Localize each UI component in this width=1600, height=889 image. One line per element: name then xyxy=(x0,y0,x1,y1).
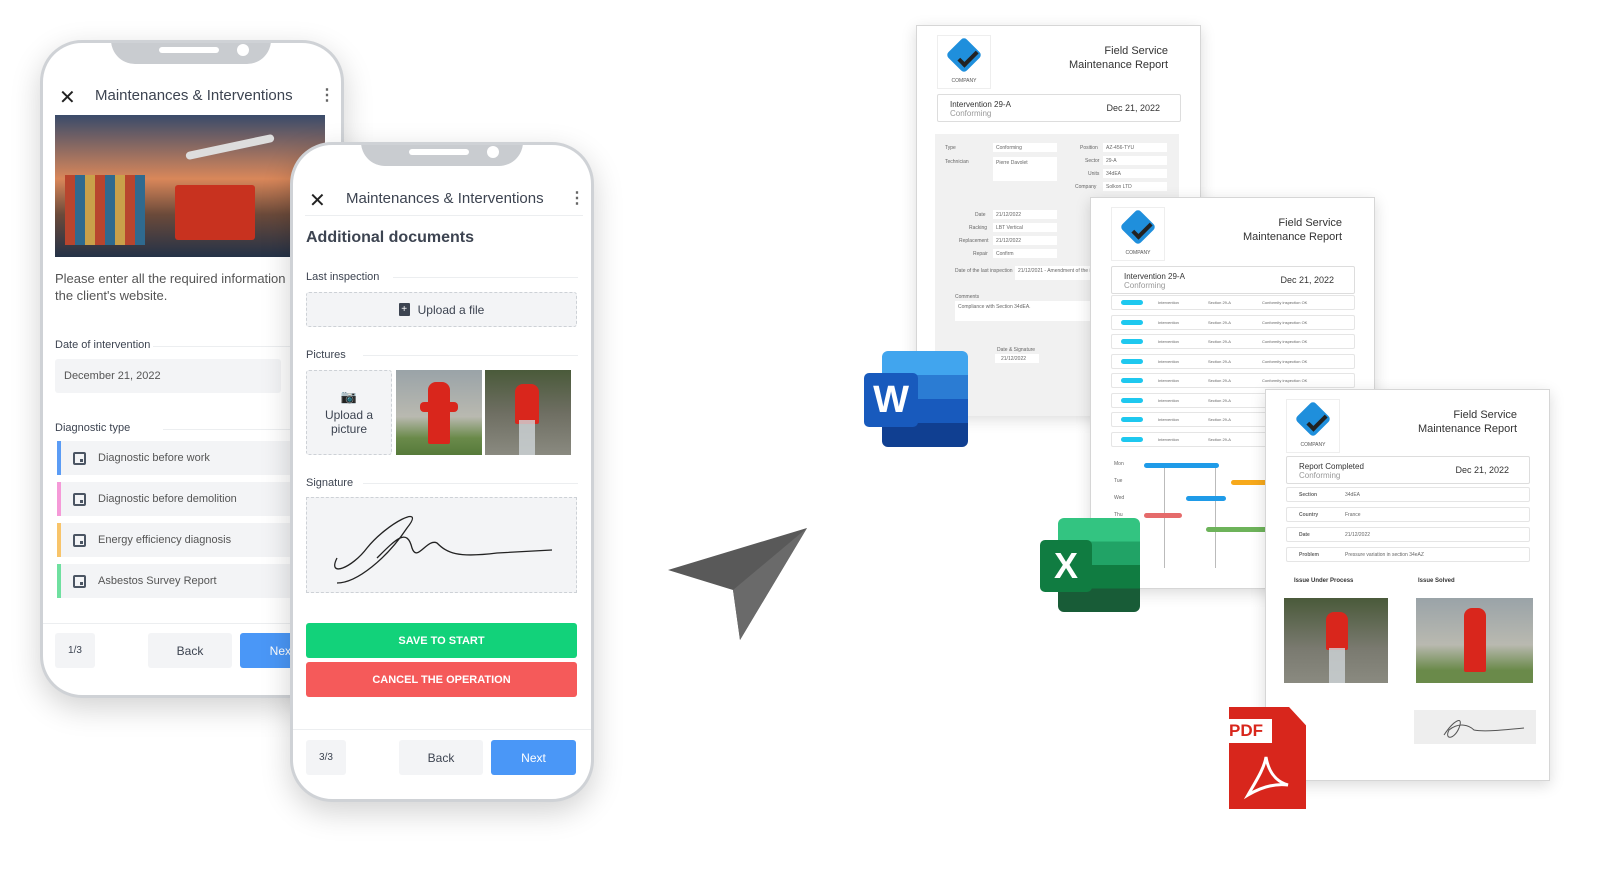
signature-label: Signature xyxy=(306,477,354,489)
app-title: Maintenances & Interventions xyxy=(346,190,544,207)
report-title: Field Service Maintenance Report xyxy=(1417,409,1517,435)
intervention-box: Intervention 29-A Conforming Dec 21, 2022 xyxy=(1111,266,1355,294)
next-button[interactable]: Next xyxy=(491,740,576,775)
close-icon[interactable]: ✕ xyxy=(59,85,76,110)
camera-icon: 📷 xyxy=(340,388,358,404)
intervention-row: Intervention Section 29-A Conformity inspe… xyxy=(1111,334,1355,349)
intervention-row: Intervention Section 29-A Conformity inspe… xyxy=(1111,353,1355,369)
more-icon[interactable]: ⋮ xyxy=(319,85,335,105)
signature-pad[interactable] xyxy=(306,497,577,593)
page-heading: Additional documents xyxy=(306,229,474,246)
step-indicator: 3/3 xyxy=(306,740,346,775)
issue-process-photo xyxy=(1284,598,1388,683)
excel-icon: X xyxy=(1040,518,1140,612)
intro-text: Please enter all the required informatio… xyxy=(55,271,286,303)
hero-image-logistics xyxy=(55,115,325,257)
intervention-box: Report Completed Conforming Dec 21, 2022 xyxy=(1286,456,1530,484)
back-button[interactable]: Back xyxy=(148,633,232,668)
picture-hydrant-1[interactable] xyxy=(396,370,482,455)
intervention-box: Intervention 29-A Conforming Dec 21, 2022 xyxy=(937,94,1181,122)
upload-file-button[interactable]: + Upload a file xyxy=(306,292,577,327)
picture-hydrant-2[interactable] xyxy=(485,370,571,455)
company-logo: COMPANY xyxy=(1286,399,1340,453)
pdf-icon: PDF xyxy=(1220,707,1306,809)
last-inspection-label: Last inspection xyxy=(306,271,380,283)
calendar-icon xyxy=(73,451,86,465)
save-to-start-button[interactable]: SAVE TO START xyxy=(306,623,577,658)
diagnostic-type-label: Diagnostic type xyxy=(55,422,131,434)
phone-form-step-3: ✕ Maintenances & Interventions ⋮ Additio… xyxy=(290,142,594,802)
intervention-row: Intervention Section 29-A Conformity inspe… xyxy=(1111,314,1355,330)
diagnostic-option[interactable]: Energy efficiency diagnosis xyxy=(57,523,297,557)
calendar-icon xyxy=(73,492,86,506)
date-input[interactable]: December 21, 2022 xyxy=(55,359,281,393)
app-title: Maintenances & Interventions xyxy=(95,87,293,104)
diagnostic-option[interactable]: Diagnostic before demolition xyxy=(57,482,297,516)
report-title: Field Service Maintenance Report xyxy=(1242,217,1342,243)
file-plus-icon: + xyxy=(398,303,410,316)
report-document-pdf: COMPANY Field Service Maintenance Report … xyxy=(1265,389,1550,781)
step-indicator: 1/3 xyxy=(55,633,95,668)
close-icon[interactable]: ✕ xyxy=(309,188,326,213)
date-label: Date of intervention xyxy=(55,339,151,351)
calendar-icon xyxy=(73,574,86,588)
company-logo: COMPANY xyxy=(937,35,991,89)
issue-process-label: Issue Under Process xyxy=(1294,578,1354,584)
calendar-icon xyxy=(73,533,86,547)
upload-picture-button[interactable]: 📷 Upload a picture xyxy=(306,370,392,455)
cancel-operation-button[interactable]: CANCEL THE OPERATION xyxy=(306,662,577,697)
signature-drawing xyxy=(334,516,553,584)
signature-image xyxy=(1414,710,1536,744)
issue-solved-label: Issue Solved xyxy=(1418,578,1455,584)
company-logo: COMPANY xyxy=(1111,207,1165,261)
issue-solved-photo xyxy=(1416,598,1533,683)
intervention-row: Intervention Section 29-A Conformity inspe… xyxy=(1111,373,1355,388)
more-icon[interactable]: ⋮ xyxy=(569,188,585,208)
back-button[interactable]: Back xyxy=(399,740,483,775)
phone-notch xyxy=(361,145,523,166)
pictures-label: Pictures xyxy=(306,349,346,361)
phone-notch xyxy=(111,43,271,64)
word-icon: W xyxy=(864,351,968,447)
diagnostic-option[interactable]: Asbestos Survey Report xyxy=(57,564,297,598)
diagnostic-option[interactable]: Diagnostic before work xyxy=(57,441,297,475)
report-title: Field Service Maintenance Report xyxy=(1068,45,1168,71)
intervention-row: Intervention Section 29-A Conformity inspe… xyxy=(1111,295,1355,310)
paper-plane-icon xyxy=(668,528,807,640)
